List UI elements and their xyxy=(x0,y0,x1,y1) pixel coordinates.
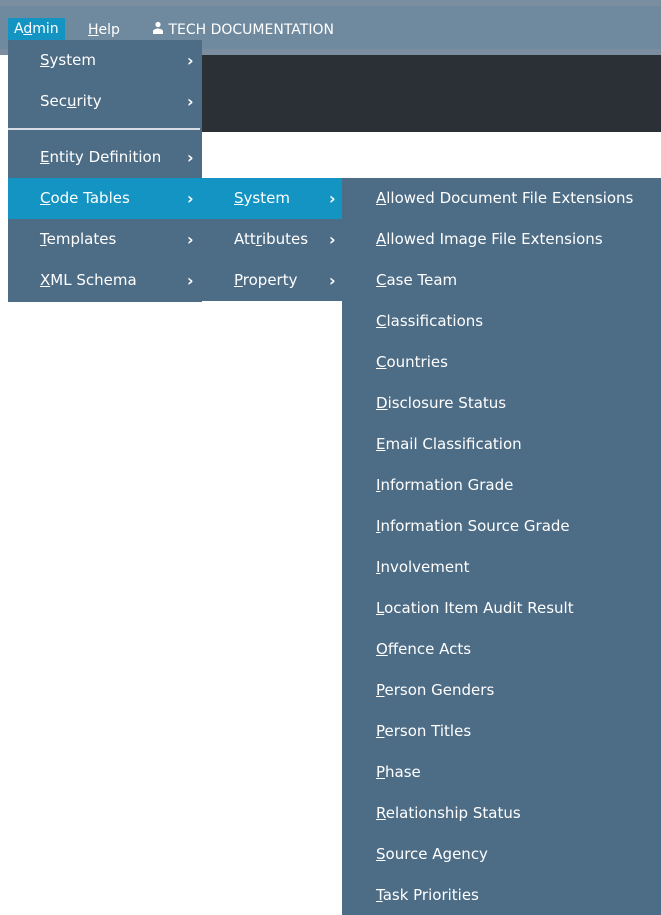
chevron-right-icon: › xyxy=(187,189,194,208)
menu-separator xyxy=(8,128,200,130)
code-table-countries[interactable]: Countries xyxy=(342,342,661,383)
code-table-information-source-grade[interactable]: Information Source Grade xyxy=(342,506,661,547)
code-table-involvement[interactable]: Involvement xyxy=(342,547,661,588)
menu-item-entity-definition[interactable]: Entity Definition › xyxy=(8,137,202,178)
page-header-band xyxy=(202,55,661,132)
menu-item-xml-schema[interactable]: XML Schema › xyxy=(8,260,202,301)
submenu-item-property[interactable]: Property › xyxy=(202,260,342,301)
chevron-right-icon: › xyxy=(329,230,336,249)
code-table-classifications[interactable]: Classifications xyxy=(342,301,661,342)
code-table-offence-acts[interactable]: Offence Acts xyxy=(342,629,661,670)
code-table-source-agency[interactable]: Source Agency xyxy=(342,834,661,875)
chevron-right-icon: › xyxy=(187,92,194,111)
chevron-right-icon: › xyxy=(329,271,336,290)
code-table-task-priorities[interactable]: Task Priorities xyxy=(342,875,661,915)
user-menu[interactable]: TECH DOCUMENTATION xyxy=(152,20,334,40)
submenu-item-system[interactable]: System › xyxy=(202,178,342,219)
user-icon xyxy=(153,21,163,34)
menu-item-system[interactable]: System › xyxy=(8,40,202,81)
code-table-allowed-document-file-extensions[interactable]: Allowed Document File Extensions xyxy=(342,178,661,219)
chevron-right-icon: › xyxy=(187,148,194,167)
code-table-allowed-image-file-extensions[interactable]: Allowed Image File Extensions xyxy=(342,219,661,260)
code-table-disclosure-status[interactable]: Disclosure Status xyxy=(342,383,661,424)
code-table-email-classification[interactable]: Email Classification xyxy=(342,424,661,465)
submenu-item-attributes[interactable]: Attributes › xyxy=(202,219,342,260)
admin-dropdown: System › Security › Entity Definition › … xyxy=(8,40,202,302)
code-tables-submenu: System › Attributes › Property › xyxy=(202,178,342,301)
menu-help[interactable]: Help xyxy=(88,20,120,40)
menu-item-templates[interactable]: Templates › xyxy=(8,219,202,260)
chevron-right-icon: › xyxy=(187,51,194,70)
code-table-location-item-audit-result[interactable]: Location Item Audit Result xyxy=(342,588,661,629)
code-table-person-titles[interactable]: Person Titles xyxy=(342,711,661,752)
code-table-information-grade[interactable]: Information Grade xyxy=(342,465,661,506)
system-code-tables-submenu: Allowed Document File Extensions Allowed… xyxy=(342,178,661,915)
menu-item-code-tables[interactable]: Code Tables › xyxy=(8,178,202,219)
code-table-relationship-status[interactable]: Relationship Status xyxy=(342,793,661,834)
menu-admin[interactable]: Admin xyxy=(8,18,65,41)
chevron-right-icon: › xyxy=(329,189,336,208)
code-table-phase[interactable]: Phase xyxy=(342,752,661,793)
code-table-person-genders[interactable]: Person Genders xyxy=(342,670,661,711)
chevron-right-icon: › xyxy=(187,230,194,249)
menu-item-security[interactable]: Security › xyxy=(8,81,202,122)
chevron-right-icon: › xyxy=(187,271,194,290)
code-table-case-team[interactable]: Case Team xyxy=(342,260,661,301)
